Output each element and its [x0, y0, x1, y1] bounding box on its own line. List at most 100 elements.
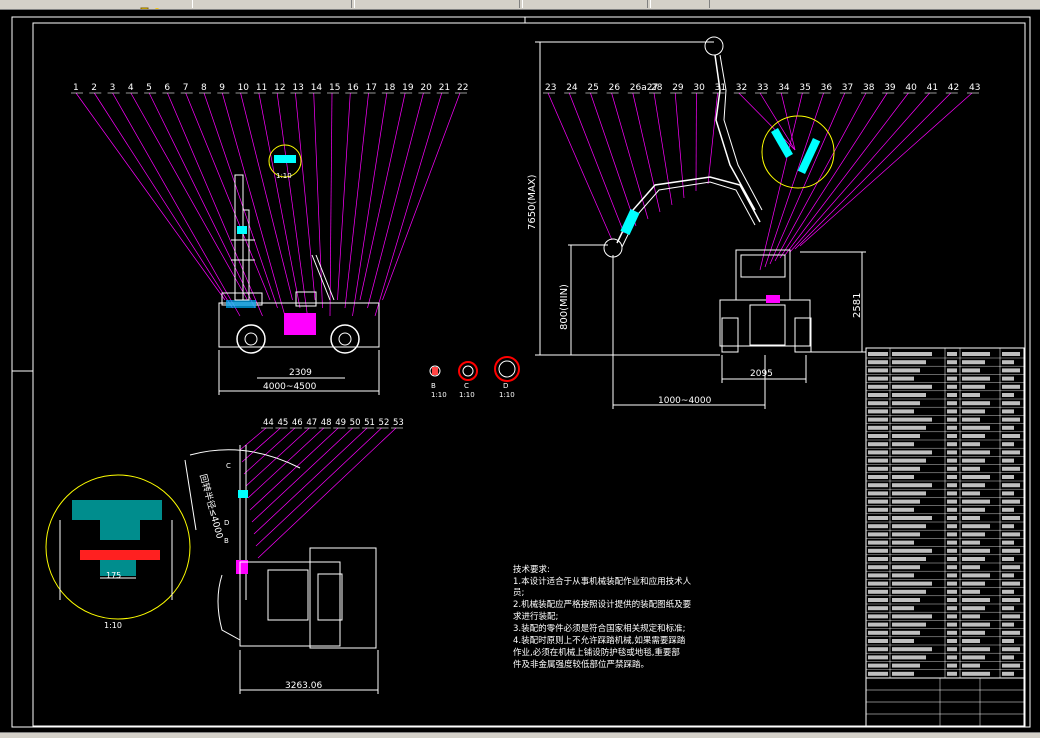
callout-number: 26: [609, 83, 621, 93]
leader-line: [250, 428, 338, 510]
table-cell: [1002, 401, 1020, 405]
table-cell: [1002, 418, 1020, 422]
tech-requirements: 技术要求: 1.本设计适合于从事机械装配作业和应用技术人 员; 2.机械装配应严…: [513, 564, 692, 670]
table-cell: [892, 639, 914, 643]
callout-number: 6: [164, 83, 170, 93]
table-cell: [868, 418, 888, 422]
table-cell: [1002, 664, 1020, 668]
leader-line: [368, 93, 424, 308]
table-cell: [1002, 541, 1014, 545]
table-cell: [947, 508, 957, 512]
table-cell: [947, 582, 957, 586]
table-cell: [962, 565, 980, 569]
table-cell: [1002, 631, 1020, 635]
leader-line: [548, 93, 612, 240]
table-cell: [947, 483, 957, 487]
leader-line: [338, 93, 351, 300]
table-cell: [962, 664, 980, 668]
table-cell: [962, 598, 990, 602]
leader-line: [739, 93, 795, 150]
toolbar: [0, 0, 1040, 10]
table-cell: [892, 434, 920, 438]
table-cell: [868, 590, 888, 594]
dim-radius: 回转半径≤4000: [197, 473, 226, 541]
table-cell: [962, 524, 990, 528]
table-cell: [868, 467, 888, 471]
table-cell: [868, 368, 888, 372]
table-cell: [1002, 442, 1014, 446]
table-cell: [962, 672, 990, 676]
table-cell: [962, 385, 985, 389]
layer-dropdown[interactable]: [192, 0, 352, 8]
table-cell: [892, 368, 920, 372]
table-cell: [892, 672, 914, 676]
section-details: B 1:10 C 1:10 D 1:10: [430, 357, 519, 399]
table-cell: [947, 450, 957, 454]
tech-line-5: 3.装配的零件必须是符合国家相关规定和标准;: [513, 623, 685, 634]
table-cell: [1002, 508, 1014, 512]
table-cell: [868, 360, 888, 364]
table-cell: [868, 573, 888, 577]
table-cell: [868, 565, 888, 569]
table-cell: [947, 500, 957, 504]
callout-number: 24: [566, 83, 578, 93]
table-cell: [1002, 475, 1014, 479]
leader-line: [259, 93, 300, 308]
table-cell: [947, 409, 957, 413]
table-cell: [962, 614, 980, 618]
table-cell: [947, 573, 957, 577]
leader-line: [241, 93, 293, 300]
lineweight-dropdown[interactable]: [650, 0, 710, 8]
table-cell: [962, 450, 990, 454]
table-cell: [892, 401, 920, 405]
leader-line: [222, 93, 285, 316]
table-cell: [868, 426, 888, 430]
table-cell: [947, 459, 957, 463]
table-cell: [868, 483, 888, 487]
plan-letter-c: C: [226, 462, 231, 470]
table-cell: [962, 655, 985, 659]
table-cell: [1002, 598, 1020, 602]
leader-line: [254, 428, 367, 534]
table-cell: [868, 541, 888, 545]
table-cell: [962, 647, 990, 651]
table-cell: [892, 524, 926, 528]
table-cell: [1002, 368, 1020, 372]
layer-icon[interactable]: [140, 0, 150, 8]
table-cell: [962, 532, 985, 536]
table-cell: [892, 532, 920, 536]
callout-number: 44: [263, 418, 274, 428]
color-dropdown[interactable]: [354, 0, 520, 8]
plan-letter-b: B: [224, 537, 229, 545]
table-cell: [868, 639, 888, 643]
table-cell: [892, 385, 932, 389]
callout-number: 5: [146, 83, 152, 93]
table-cell: [947, 565, 957, 569]
table-cell: [962, 426, 990, 430]
callout-number: 39: [884, 83, 896, 93]
leader-line: [94, 93, 232, 308]
plan-callouts: 44454647484950515253: [240, 418, 404, 558]
table-cell: [962, 541, 980, 545]
table-cell: [892, 377, 914, 381]
table-cell: [962, 377, 990, 381]
table-cell: [892, 664, 920, 668]
dim-height-cab: 2581: [852, 293, 863, 318]
table-cell: [892, 647, 932, 651]
callout-number: 32: [736, 83, 747, 93]
table-cell: [868, 491, 888, 495]
table-cell: [868, 409, 888, 413]
table-cell: [892, 409, 914, 413]
sun-icon[interactable]: [152, 0, 162, 8]
lock-icon[interactable]: [166, 0, 176, 8]
table-cell: [962, 508, 985, 512]
drawing-canvas[interactable]: 12345678910111213141516171819202122 1:10…: [0, 10, 1040, 732]
table-cell: [947, 672, 957, 676]
callout-number: 3: [110, 83, 116, 93]
table-cell: [947, 475, 957, 479]
callout-number: 20: [420, 83, 432, 93]
table-cell: [892, 606, 914, 610]
dim-reach: 1000~4000: [658, 396, 712, 406]
table-cell: [868, 475, 888, 479]
linetype-dropdown[interactable]: [522, 0, 648, 8]
